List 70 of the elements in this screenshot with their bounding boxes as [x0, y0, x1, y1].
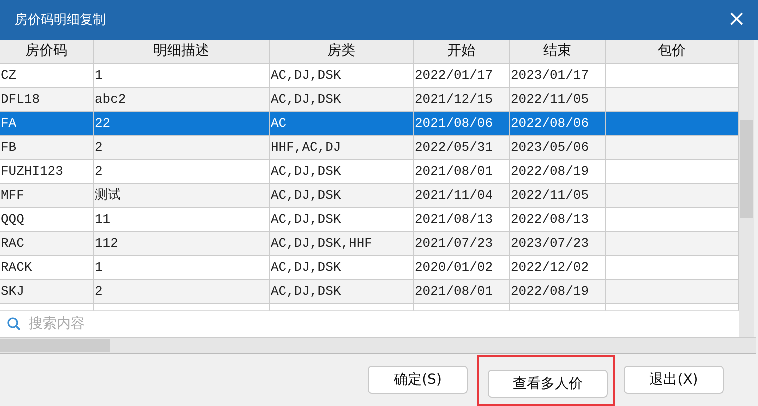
table-cell: 2022/08/19: [511, 164, 590, 179]
table-cell: 2023/01/17: [511, 68, 590, 83]
table-cell: 2020/01/02: [415, 260, 494, 275]
table-cell: QQQ: [1, 212, 24, 227]
table-cell: 1: [95, 68, 103, 83]
table-cell: 2: [95, 284, 103, 299]
window-title: 房价码明细复制: [15, 12, 106, 29]
table-cell: AC,DJ,DSK: [271, 260, 342, 275]
table-cell: RAC: [1, 236, 24, 251]
table-cell: 11: [95, 212, 111, 227]
table-cell: AC,DJ,DSK: [271, 212, 342, 227]
table-cell: 2: [95, 164, 103, 179]
table-cell: 2022/12/02: [511, 260, 590, 275]
column-header[interactable]: 房价码: [0, 40, 94, 64]
table-row[interactable]: FB 2 HHF,AC,DJ 2022/05/31 2023/05/06: [0, 136, 739, 160]
column-header[interactable]: 开始: [414, 40, 510, 64]
table-cell: 2022/01/17: [415, 68, 494, 83]
table-cell: 2: [95, 140, 103, 155]
table-cell: FUZHI123: [1, 164, 64, 179]
table-cell: AC,DJ,DSK: [271, 188, 342, 203]
table-cell: HHF,AC,DJ: [271, 140, 342, 155]
table-cell: FB: [1, 140, 17, 155]
table-cell: 2021/08/01: [415, 164, 494, 179]
table-cell: 2022/08/13: [511, 212, 590, 227]
table-cell: AC,DJ,DSK: [271, 164, 342, 179]
table-cell: SKJ: [1, 284, 24, 299]
table-cell: 1: [95, 260, 103, 275]
table-cell: AC,DJ,DSK: [271, 92, 342, 107]
close-button[interactable]: ×: [724, 9, 750, 31]
table-cell: AC: [271, 116, 287, 131]
table-row[interactable]: RAC 112 AC,DJ,DSK,HHF 2021/07/23 2023/07/23: [0, 232, 739, 256]
table-cell: 2021/08/06: [415, 116, 494, 131]
column-header[interactable]: 房类: [270, 40, 414, 64]
table-cell: 2021/07/23: [415, 236, 494, 251]
table-cell: FA: [1, 116, 17, 131]
table-cell: 22: [95, 116, 111, 131]
dialog-button[interactable]: 查看多人价: [488, 370, 608, 398]
horizontal-scrollbar[interactable]: [0, 338, 756, 354]
search-icon: [7, 317, 21, 331]
table-cell: 2021/08/13: [415, 212, 494, 227]
table-cell: 2023/07/23: [511, 236, 590, 251]
table-cell: AC,DJ,DSK: [271, 68, 342, 83]
table-cell: 2022/08/06: [511, 116, 590, 131]
table-cell: AC,DJ,DSK: [271, 284, 342, 299]
table-cell: 2022/11/05: [511, 92, 590, 107]
table-cell: 2022/05/31: [415, 140, 494, 155]
column-header[interactable]: 明细描述: [94, 40, 270, 64]
vertical-scrollbar[interactable]: [739, 40, 754, 337]
table-row[interactable]: MFF 测试 AC,DJ,DSK 2021/11/04 2022/11/05: [0, 184, 739, 208]
table-row[interactable]: DFL18 abc2 AC,DJ,DSK 2021/12/15 2022/11/05: [0, 88, 739, 112]
table-cell: 2021/12/15: [415, 92, 494, 107]
table-cell: 112: [95, 236, 118, 251]
dialog-button[interactable]: 退出(X): [624, 366, 724, 394]
table-cell: abc2: [95, 92, 126, 107]
table-cell: DFL18: [1, 92, 40, 107]
table-cell: 2021/08/01: [415, 284, 494, 299]
table-row[interactable]: FA 22 AC 2021/08/06 2022/08/06: [0, 112, 739, 136]
column-header[interactable]: 结束: [510, 40, 606, 64]
search-field[interactable]: 搜索内容: [27, 315, 331, 333]
dialog-button[interactable]: 确定(S): [368, 366, 468, 394]
table-cell: AC,DJ,DSK,HHF: [271, 236, 372, 251]
table-cell: 2022/08/19: [511, 284, 590, 299]
table-cell: RACK: [1, 260, 32, 275]
table-cell: MFF: [1, 188, 24, 203]
table-cell: 2022/11/05: [511, 188, 590, 203]
table-cell: CZ: [1, 68, 17, 83]
table-cell: 测试: [95, 188, 121, 203]
table-row[interactable]: SKJ 2 AC,DJ,DSK 2021/08/01 2022/08/19: [0, 280, 739, 304]
table-cell: 2023/05/06: [511, 140, 590, 155]
table-cell: 2021/11/04: [415, 188, 494, 203]
